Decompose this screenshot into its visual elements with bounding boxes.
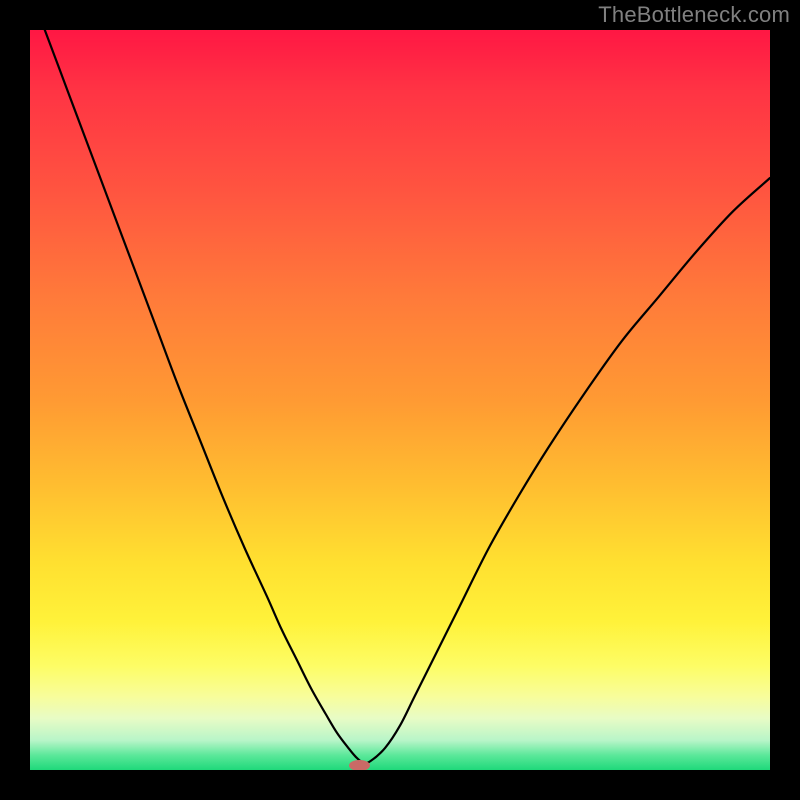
- plot-area: [30, 30, 770, 770]
- chart-frame: TheBottleneck.com: [0, 0, 800, 800]
- watermark-text: TheBottleneck.com: [598, 2, 790, 28]
- optimal-marker: [349, 760, 370, 770]
- bottleneck-curve: [30, 30, 770, 770]
